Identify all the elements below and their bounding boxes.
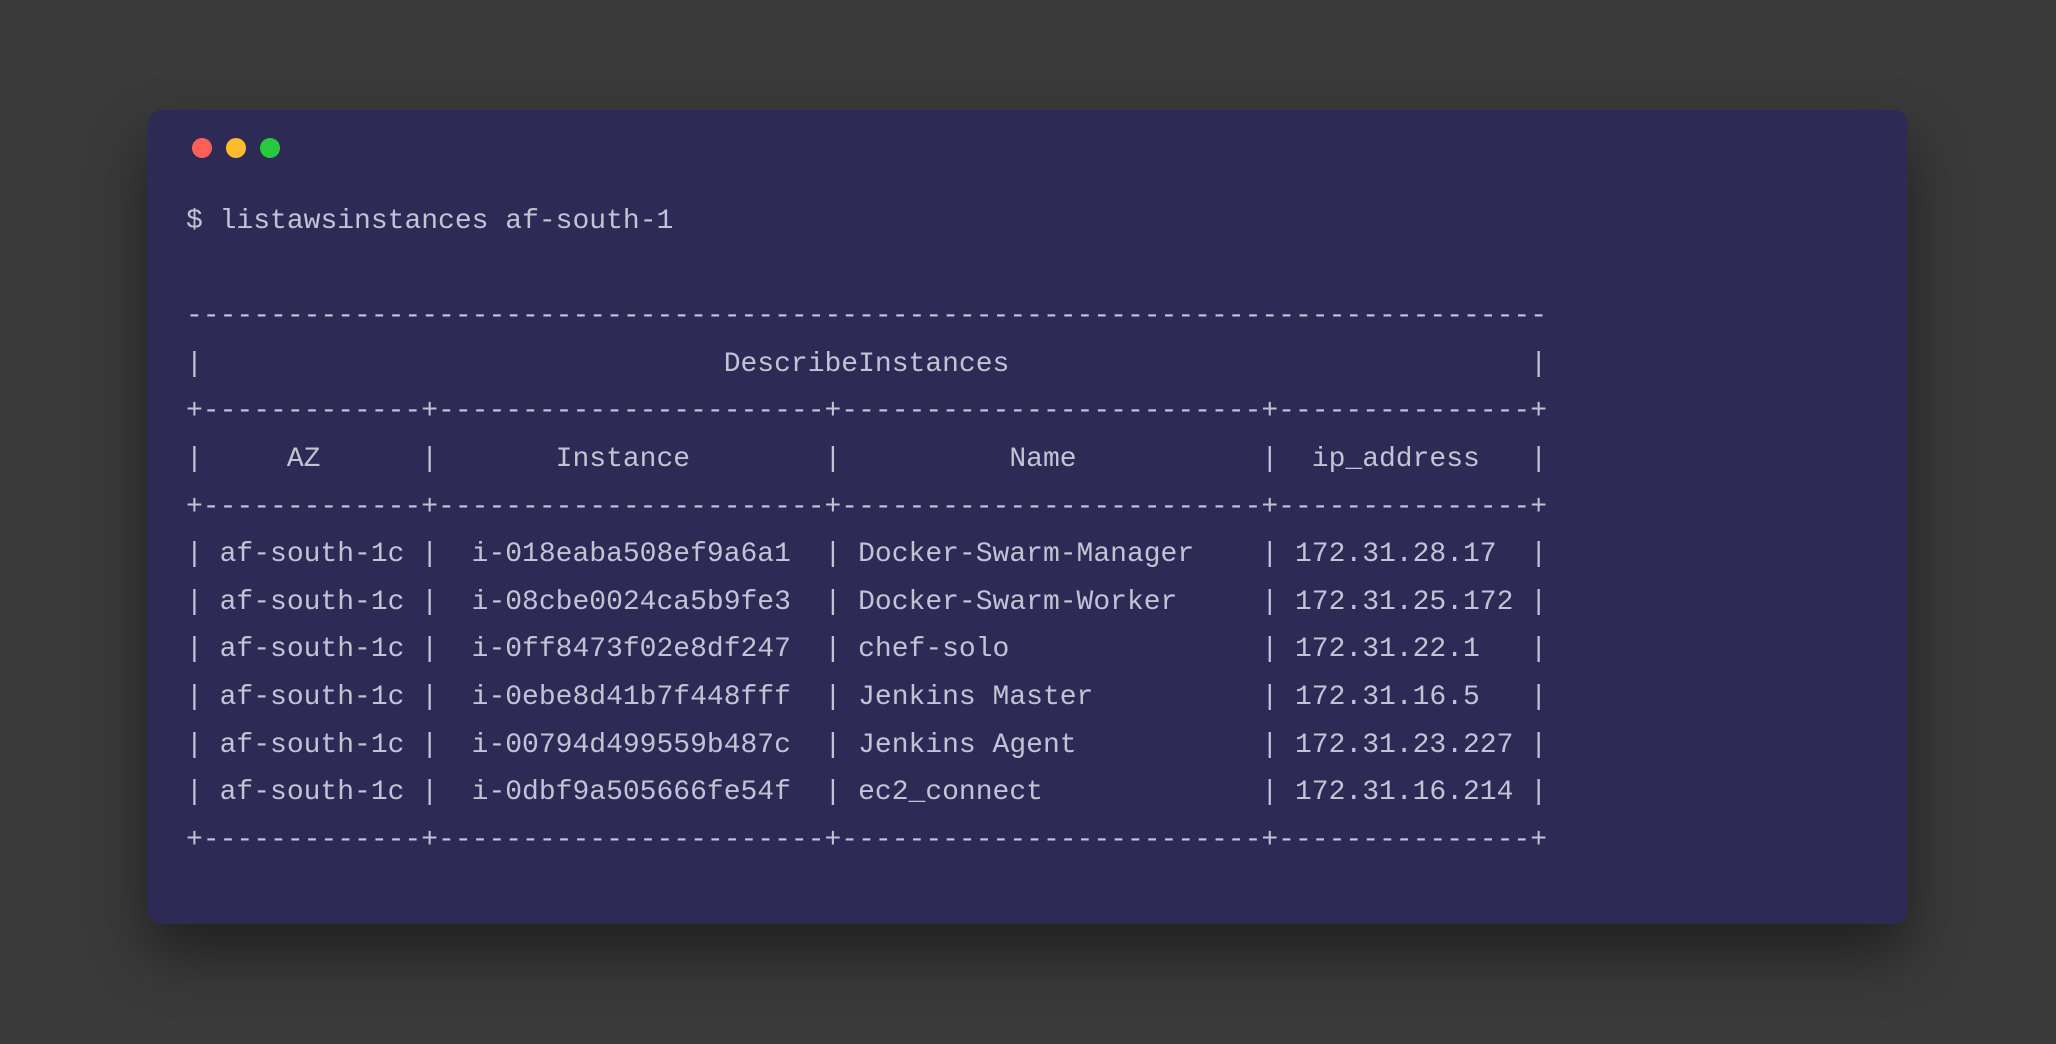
table-row: | af-south-1c | i-0ff8473f02e8df247 | ch…	[186, 634, 1547, 665]
zoom-icon[interactable]	[260, 138, 280, 158]
minimize-icon[interactable]	[226, 138, 246, 158]
table-row: | af-south-1c | i-08cbe0024ca5b9fe3 | Do…	[186, 587, 1547, 618]
terminal-window: $ listawsinstances af-south-1 ----------…	[148, 110, 1908, 924]
table-row: | af-south-1c | i-0ebe8d41b7f448fff | Je…	[186, 682, 1547, 713]
table-header-sep: +-------------+-----------------------+-…	[186, 396, 1547, 427]
table-row: | af-south-1c | i-0dbf9a505666fe54f | ec…	[186, 777, 1547, 808]
table-top-border: ----------------------------------------…	[186, 301, 1547, 332]
command-text: listawsinstances af-south-1	[220, 206, 674, 237]
table-title-row: | DescribeInstances |	[186, 349, 1547, 380]
table-row: | af-south-1c | i-00794d499559b487c | Je…	[186, 730, 1547, 761]
window-titlebar	[186, 138, 1870, 158]
table-bottom-border: +-------------+-----------------------+-…	[186, 825, 1547, 856]
table-row: | af-south-1c | i-018eaba508ef9a6a1 | Do…	[186, 539, 1547, 570]
table-header-row: | AZ | Instance | Name | ip_address |	[186, 444, 1547, 475]
terminal-output: $ listawsinstances af-south-1 ----------…	[186, 198, 1870, 864]
prompt-symbol: $	[186, 206, 203, 237]
close-icon[interactable]	[192, 138, 212, 158]
table-header-sep2: +-------------+-----------------------+-…	[186, 492, 1547, 523]
